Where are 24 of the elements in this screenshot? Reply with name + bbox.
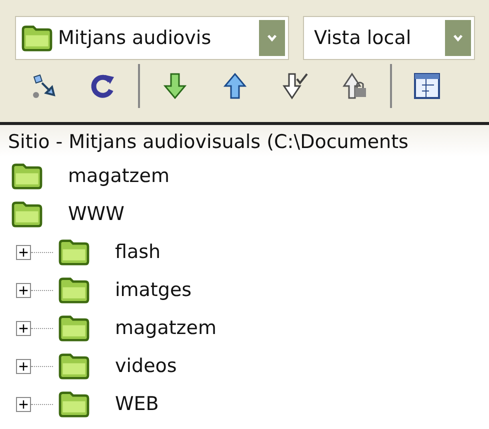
folder-label[interactable]: imatges	[115, 279, 192, 301]
folder-label[interactable]: magatzem	[68, 165, 170, 187]
folder-label[interactable]: WWW	[68, 203, 124, 225]
caret-icon[interactable]	[445, 20, 471, 56]
folder-icon	[10, 200, 44, 228]
expand-icon[interactable]	[16, 396, 31, 412]
folder-icon	[20, 24, 54, 52]
caret-icon[interactable]	[259, 20, 285, 56]
folder-icon	[57, 314, 91, 342]
folder-label[interactable]: WEB	[115, 393, 159, 415]
expand-icon[interactable]	[16, 358, 31, 374]
folder-icon	[10, 162, 44, 190]
folder-icon	[57, 276, 91, 304]
expand-icon[interactable]	[16, 244, 31, 260]
folder-icon	[57, 238, 91, 266]
folder-icon	[57, 352, 91, 380]
dropdown[interactable]: Vista local	[303, 16, 475, 60]
folder-label[interactable]: magatzem	[115, 317, 216, 339]
folder-icon	[57, 390, 91, 418]
folder-label[interactable]: flash	[115, 241, 161, 263]
expand-icon[interactable]	[16, 320, 31, 336]
dropdown[interactable]: Mitjans audiovis	[15, 16, 289, 60]
folder-label[interactable]: videos	[115, 355, 177, 377]
expand-icon[interactable]	[16, 282, 31, 298]
